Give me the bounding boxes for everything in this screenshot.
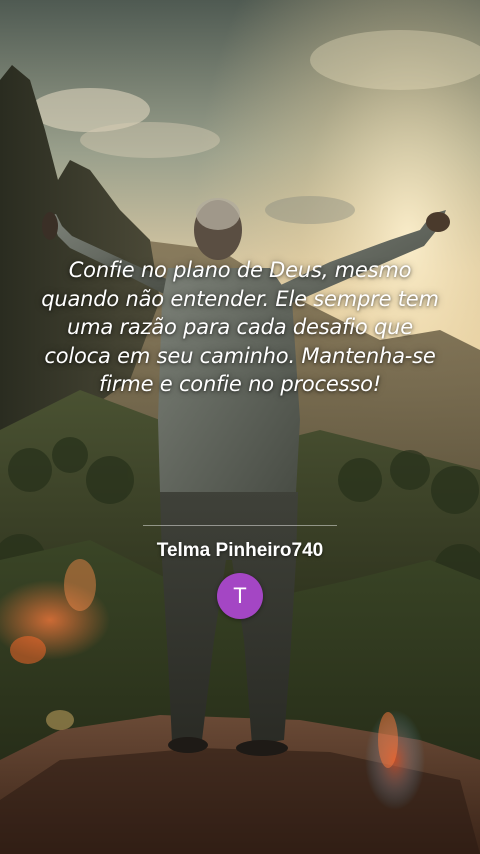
author-name[interactable]: Telma Pinheiro740 xyxy=(40,540,440,562)
quote-card: Confie no plano de Deus, mesmo quando nã… xyxy=(0,0,480,854)
divider xyxy=(143,525,337,526)
avatar[interactable]: T xyxy=(217,573,263,619)
quote-text: Confie no plano de Deus, mesmo quando nã… xyxy=(41,258,439,396)
quote-container: Confie no plano de Deus, mesmo quando nã… xyxy=(40,256,440,399)
mountain-sunset-background xyxy=(0,0,480,854)
